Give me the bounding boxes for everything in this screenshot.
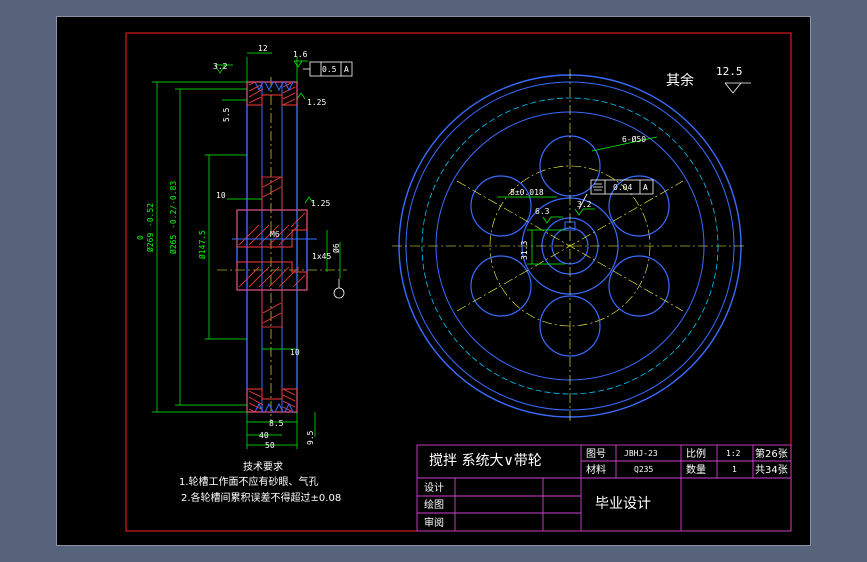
- roughness-other-symbol: [724, 82, 751, 94]
- datum-a-symbol: [333, 279, 345, 299]
- tb-drawing-no: JBHJ-23: [624, 449, 658, 458]
- tb-total-sheets: 共34张: [755, 464, 788, 476]
- cad-drawing: Ø269 0 -0.52 Ø265 -0.2/-0.83 Ø147.5 12 1…: [125, 32, 792, 532]
- section-view: Ø269 0 -0.52 Ø265 -0.2/-0.83 Ø147.5 12 1…: [136, 44, 353, 450]
- ra-left-1: 3.2: [213, 62, 228, 71]
- dim-w40: 40: [259, 431, 269, 440]
- dim-m6: M6: [270, 230, 280, 239]
- dim-d-outer-up: 0: [136, 235, 145, 240]
- dim-chamfer: 1x45: [312, 252, 331, 261]
- dim-bore: Ø6: [331, 243, 341, 253]
- dim-key-width: 8±0.018: [510, 188, 544, 197]
- dim-w50: 50: [265, 441, 275, 450]
- ra-right: 6.3: [535, 207, 550, 216]
- dim-h9-5: 9.5: [306, 430, 315, 445]
- fcf-sym-ref: A: [643, 183, 648, 192]
- tb-material: Q235: [634, 465, 653, 474]
- dim-key-depth: 31.3: [520, 241, 529, 260]
- ra-left-2: 1.25: [307, 98, 326, 107]
- tb-part-name: 搅拌 系统大∨带轮: [429, 453, 542, 469]
- section-dimensions: [152, 52, 341, 449]
- fcf-sym-value: 0.04: [613, 183, 632, 192]
- dim-r-angle: 1.6: [293, 50, 308, 59]
- tb-project: 毕业设计: [595, 496, 651, 512]
- ra-right-2: 3.2: [577, 200, 592, 209]
- dim-d-pitch-tol: -0.2/-0.83: [169, 181, 178, 229]
- front-centerlines: [392, 69, 747, 422]
- roughness-other-value: 12.5: [716, 65, 743, 78]
- ra-left-3: 1.25: [311, 199, 330, 208]
- dim-w10b: 10: [290, 348, 300, 357]
- dim-holes: 6-Ø50: [622, 134, 646, 144]
- dim-h5-5: 5.5: [222, 107, 231, 122]
- dim-d-outer-low: -0.52: [146, 203, 155, 227]
- tb-sheet: 第26张: [755, 447, 788, 460]
- note-2: 2.各轮槽间累积误差不得超过±0.08: [181, 491, 341, 504]
- front-view: 6-Ø50 8±0.018 31.3 0.04 A 6.3 3.2 其余 12.…: [392, 65, 751, 422]
- tb-material-label: 材料: [586, 463, 606, 476]
- dim-d-pitch: Ø265: [168, 235, 178, 254]
- cad-viewport[interactable]: Ø269 0 -0.52 Ø265 -0.2/-0.83 Ø147.5 12 1…: [56, 16, 811, 546]
- dim-w12: 12: [258, 44, 268, 53]
- tb-scale: 1:2: [726, 449, 741, 458]
- roughness-other-label: 其余: [666, 72, 694, 89]
- dim-w10: 10: [216, 191, 226, 200]
- fcf-flatness-value: 0.5: [322, 65, 337, 74]
- tb-drawing-no-label: 图号: [586, 448, 606, 460]
- tb-draw-label: 绘图: [424, 498, 444, 511]
- fcf-flatness-ref: A: [344, 65, 349, 74]
- rim-top-hatch: [246, 81, 298, 106]
- dim-d-outer: Ø269: [145, 233, 155, 252]
- tb-qty-label: 数量: [686, 463, 706, 476]
- note-1: 1.轮槽工作面不应有砂眼、气孔: [179, 475, 319, 488]
- notes-heading: 技术要求: [243, 460, 283, 473]
- tb-review-label: 审阅: [424, 516, 444, 529]
- web-hatch: [261, 176, 283, 328]
- tb-scale-label: 比例: [686, 447, 706, 460]
- dim-w8-5: 8.5: [269, 419, 284, 428]
- tb-qty: 1: [732, 465, 737, 474]
- dim-d-hub: Ø147.5: [197, 230, 207, 259]
- tb-design-label: 设计: [424, 481, 444, 494]
- rim-bottom-hatch: [246, 388, 298, 413]
